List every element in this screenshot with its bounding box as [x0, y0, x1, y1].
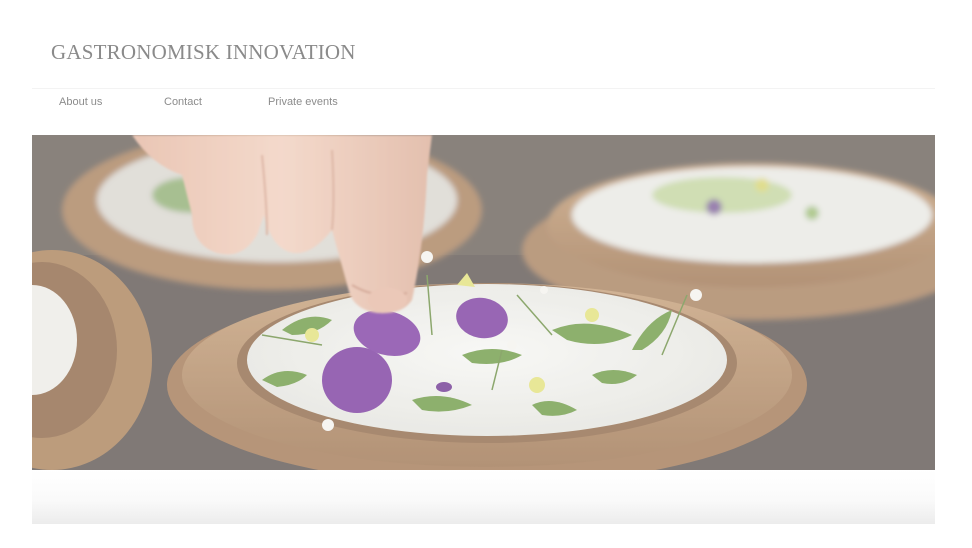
site-logo-text[interactable]: GASTRONOMISK INNOVATION — [51, 40, 356, 65]
page: GASTRONOMISK INNOVATION About us Contact… — [0, 0, 972, 548]
nav-about-us-link[interactable]: About us — [59, 96, 102, 108]
header-divider — [32, 88, 935, 89]
hero-banner — [32, 135, 935, 470]
site-header: GASTRONOMISK INNOVATION About us Contact… — [32, 0, 935, 135]
nav-contact-link[interactable]: Contact — [164, 96, 202, 108]
hero-photo — [32, 135, 935, 470]
main-navigation: About us Contact Private events — [32, 96, 935, 116]
nav-private-events-link[interactable]: Private events — [268, 96, 338, 108]
content-band — [32, 470, 935, 524]
